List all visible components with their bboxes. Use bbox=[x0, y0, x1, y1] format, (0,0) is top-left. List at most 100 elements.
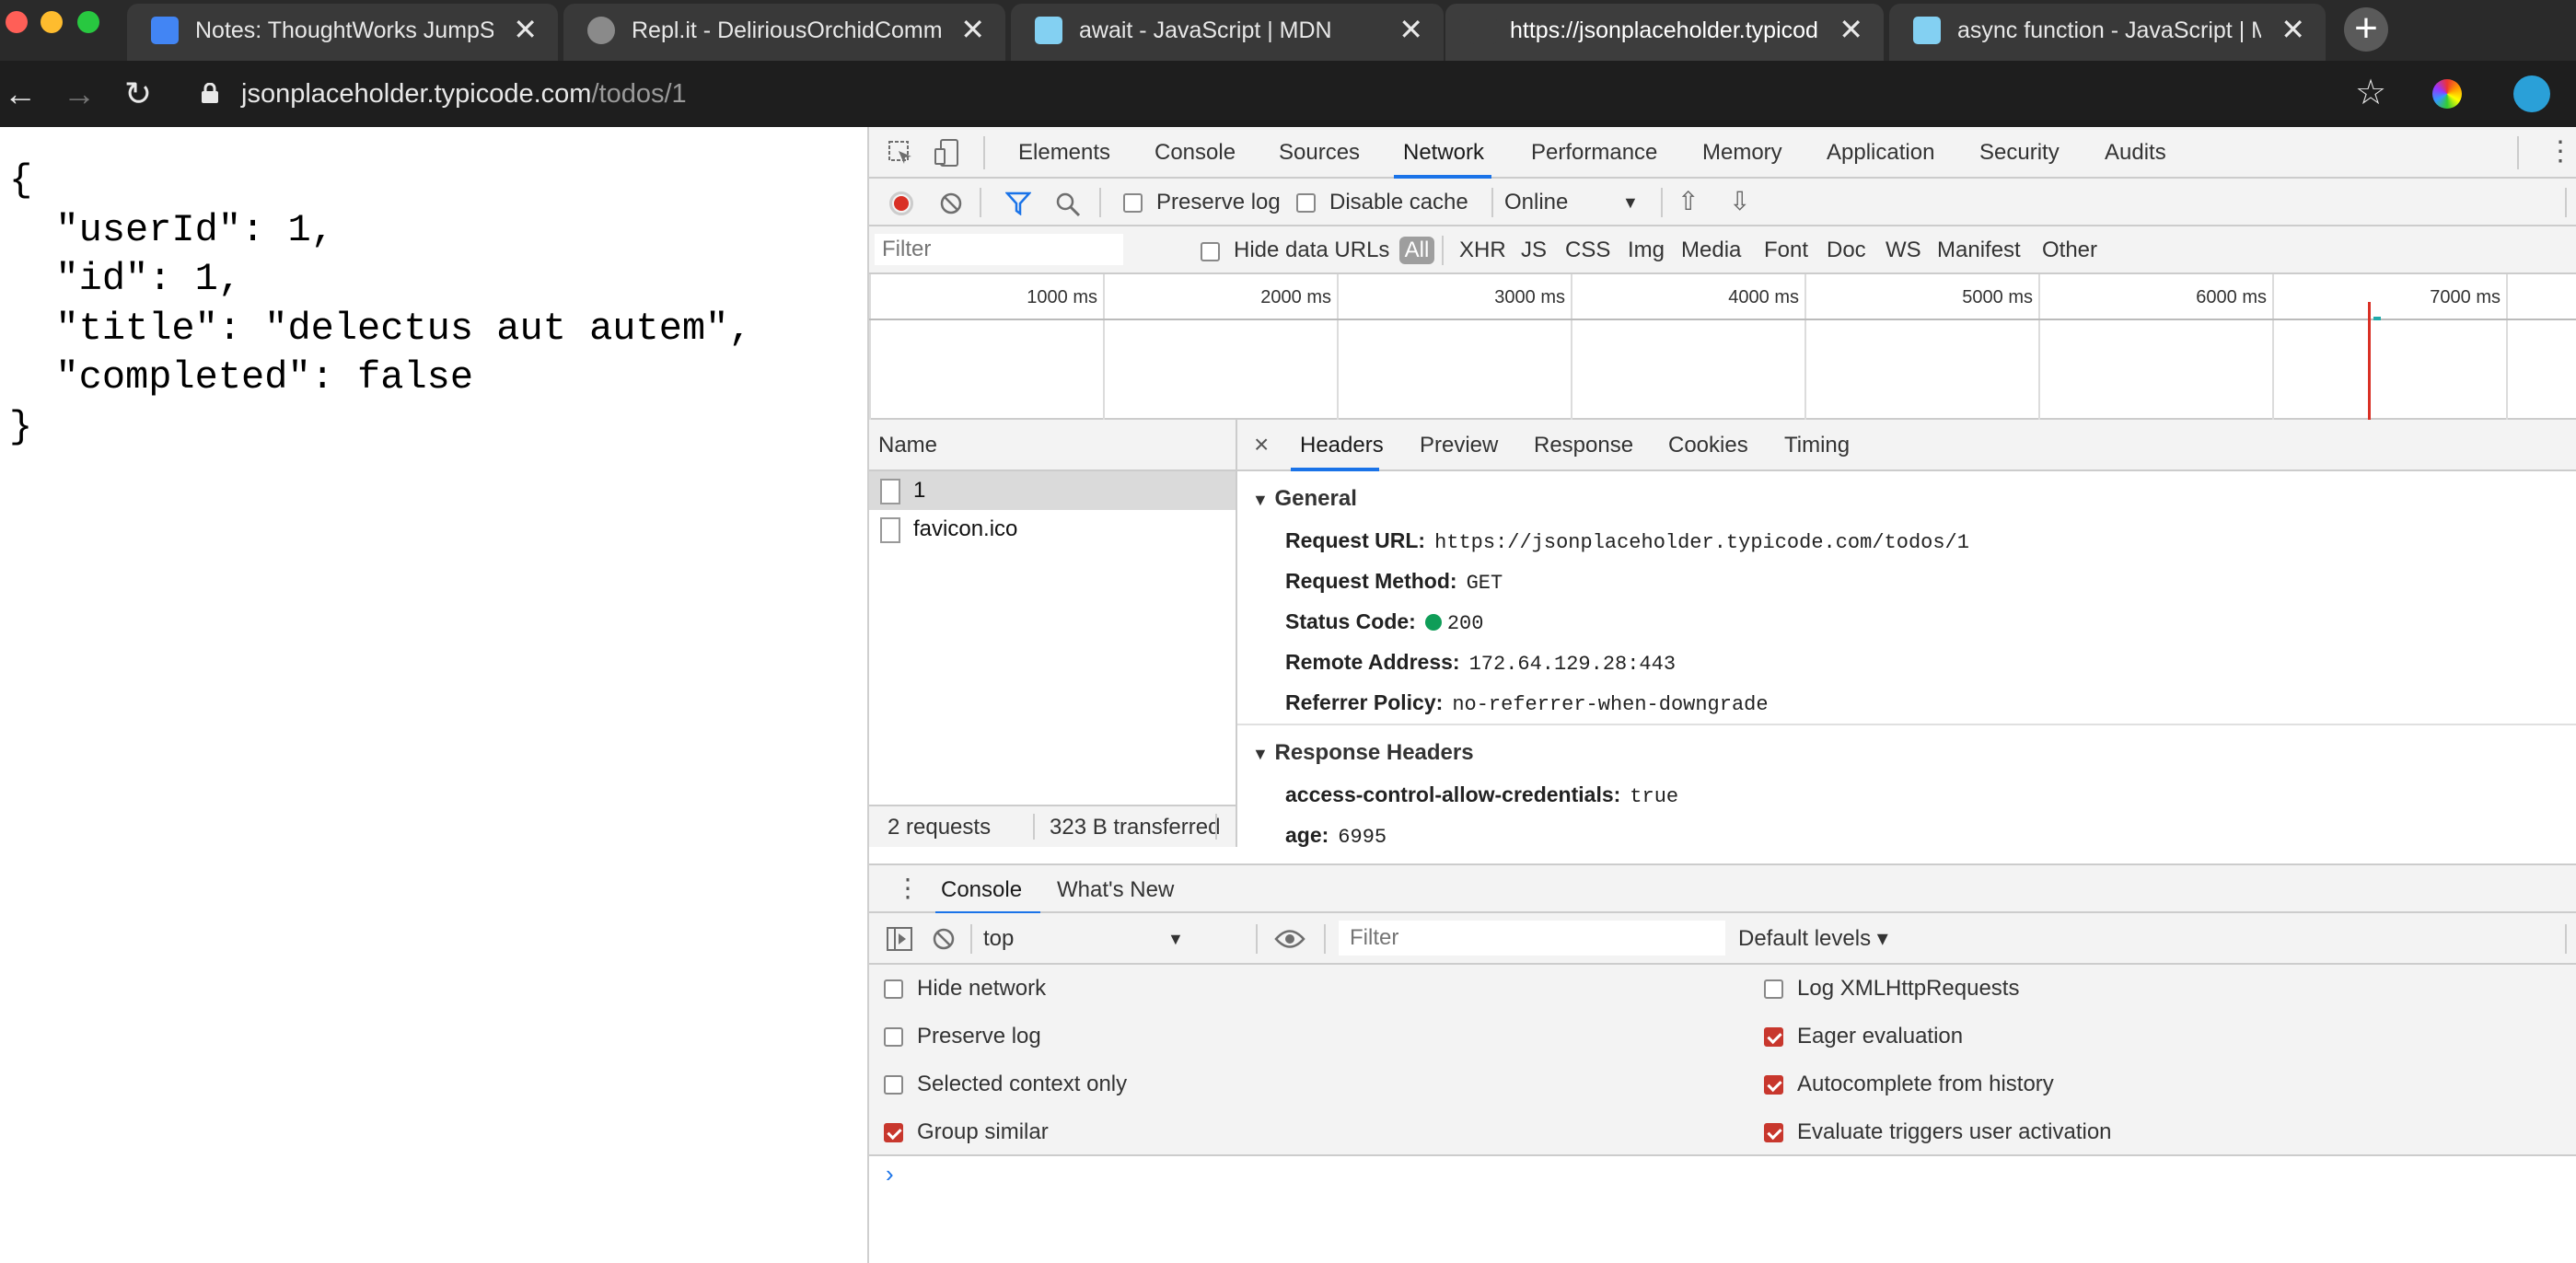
tab-headers[interactable]: Headers bbox=[1300, 432, 1384, 459]
filter-type-ws[interactable]: WS bbox=[1886, 237, 1921, 264]
group-similar-checkbox[interactable] bbox=[884, 1123, 903, 1142]
device-toolbar-icon[interactable] bbox=[934, 138, 961, 168]
filter-type-font[interactable]: Font bbox=[1764, 237, 1808, 264]
header-value: GET bbox=[1466, 572, 1503, 595]
more-options-icon[interactable]: ⋮ bbox=[2547, 138, 2574, 166]
network-timeline-overview[interactable]: 1000 ms 2000 ms 3000 ms 4000 ms 5000 ms … bbox=[869, 274, 2576, 420]
tab-network[interactable]: Network bbox=[1403, 139, 1484, 167]
filter-type-css[interactable]: CSS bbox=[1565, 237, 1610, 264]
filter-type-xhr[interactable]: XHR bbox=[1459, 237, 1506, 264]
profile-avatar[interactable] bbox=[2513, 75, 2550, 112]
disable-cache-checkbox[interactable] bbox=[1296, 193, 1316, 213]
setting-label: Group similar bbox=[917, 1119, 1049, 1144]
filter-icon[interactable] bbox=[1005, 191, 1031, 215]
forward-button[interactable]: → bbox=[59, 74, 99, 114]
color-picker-extension-icon[interactable] bbox=[2432, 79, 2462, 109]
divider bbox=[983, 136, 985, 169]
triangle-down-icon: ▼ bbox=[1252, 491, 1269, 509]
tab-cookies[interactable]: Cookies bbox=[1668, 432, 1748, 459]
console-filter-input[interactable] bbox=[1339, 921, 1725, 956]
filter-type-media[interactable]: Media bbox=[1681, 237, 1741, 264]
console-toolbar: top ▼ Default levels ▾ bbox=[869, 913, 2576, 965]
tab-application[interactable]: Application bbox=[1827, 139, 1934, 167]
clear-console-icon[interactable] bbox=[932, 927, 956, 951]
log-xmlhttprequests-checkbox[interactable] bbox=[1764, 979, 1783, 999]
close-tab-icon[interactable]: ✕ bbox=[2280, 15, 2305, 44]
hide-network-checkbox[interactable] bbox=[884, 979, 903, 999]
browser-tab-active[interactable]: https://jsonplaceholder.typicod ✕ bbox=[1445, 4, 1884, 61]
reload-button[interactable]: ↻ bbox=[118, 74, 158, 114]
import-har-icon[interactable]: ⇧ bbox=[1677, 188, 1699, 215]
selected-context-only-checkbox[interactable] bbox=[884, 1075, 903, 1095]
address-bar[interactable]: jsonplaceholder.typicode.com/todos/1 bbox=[241, 77, 687, 110]
tab-preview[interactable]: Preview bbox=[1420, 432, 1498, 459]
setting-label: Autocomplete from history bbox=[1797, 1072, 2054, 1096]
close-tab-icon[interactable]: ✕ bbox=[1398, 15, 1423, 44]
document-icon bbox=[880, 517, 900, 543]
drawer-tab-whats-new[interactable]: What's New bbox=[1057, 876, 1174, 904]
filter-type-other[interactable]: Other bbox=[2042, 237, 2097, 264]
request-row[interactable]: 1 bbox=[869, 471, 1236, 510]
browser-tab[interactable]: await - JavaScript | MDN ✕ bbox=[1011, 4, 1444, 61]
minimize-window-button[interactable] bbox=[41, 11, 63, 33]
autocomplete-from-history-checkbox[interactable] bbox=[1764, 1075, 1783, 1095]
tab-sources[interactable]: Sources bbox=[1279, 139, 1360, 167]
drawer-tab-console[interactable]: Console bbox=[941, 876, 1022, 904]
tab-security[interactable]: Security bbox=[1979, 139, 2060, 167]
browser-tab[interactable]: Repl.it - DeliriousOrchidComm ✕ bbox=[563, 4, 1005, 61]
log-levels-dropdown[interactable]: Default levels ▾ bbox=[1738, 925, 1888, 953]
preserve-log-checkbox[interactable] bbox=[884, 1027, 903, 1047]
tab-memory[interactable]: Memory bbox=[1702, 139, 1782, 167]
hide-data-urls-checkbox[interactable] bbox=[1201, 242, 1220, 261]
close-tab-icon[interactable]: ✕ bbox=[1839, 15, 1863, 44]
tab-timing[interactable]: Timing bbox=[1784, 432, 1850, 459]
divider bbox=[2565, 188, 2567, 217]
filter-type-doc[interactable]: Doc bbox=[1827, 237, 1866, 264]
chevron-down-icon: ▼ bbox=[1622, 193, 1639, 212]
header-key: Status Code: bbox=[1285, 609, 1416, 633]
close-window-button[interactable] bbox=[6, 11, 28, 33]
preserve-log-checkbox[interactable] bbox=[1123, 193, 1143, 213]
filter-type-all[interactable]: All bbox=[1399, 237, 1434, 264]
request-name: 1 bbox=[913, 478, 926, 503]
filter-type-manifest[interactable]: Manifest bbox=[1937, 237, 2021, 264]
live-expression-eye-icon[interactable] bbox=[1274, 929, 1305, 949]
context-select[interactable]: top ▼ bbox=[983, 925, 1189, 953]
response-headers-section-header[interactable]: ▼ Response Headers bbox=[1252, 740, 1474, 766]
close-tab-icon[interactable]: ✕ bbox=[960, 15, 985, 44]
clear-icon[interactable] bbox=[939, 191, 963, 215]
new-tab-button[interactable]: + bbox=[2344, 7, 2388, 52]
sidebar-toggle-icon[interactable] bbox=[886, 926, 913, 952]
close-tab-icon[interactable]: ✕ bbox=[513, 15, 538, 44]
inspect-element-icon[interactable] bbox=[888, 140, 913, 166]
filter-type-img[interactable]: Img bbox=[1628, 237, 1665, 264]
bookmark-star-icon[interactable]: ☆ bbox=[2355, 72, 2386, 113]
throttling-select[interactable]: Online ▼ bbox=[1504, 189, 1642, 216]
tab-console[interactable]: Console bbox=[1155, 139, 1236, 167]
back-button[interactable]: ← bbox=[0, 74, 41, 114]
maximize-window-button[interactable] bbox=[77, 11, 99, 33]
general-section-header[interactable]: ▼ General bbox=[1252, 486, 1357, 512]
browser-tab[interactable]: Notes: ThoughtWorks JumpSta ✕ bbox=[127, 4, 558, 61]
drawer-menu-icon[interactable]: ⋮ bbox=[895, 875, 921, 902]
timeline-gridline bbox=[1571, 274, 1572, 420]
eager-evaluation-checkbox[interactable] bbox=[1764, 1027, 1783, 1047]
name-column-header[interactable]: Name bbox=[869, 420, 1236, 471]
close-details-icon[interactable]: × bbox=[1254, 431, 1269, 458]
evaluate-triggers-user-activation-checkbox[interactable] bbox=[1764, 1123, 1783, 1142]
console-prompt[interactable]: › bbox=[886, 1160, 894, 1188]
record-button[interactable] bbox=[889, 191, 913, 215]
network-filter-input[interactable] bbox=[875, 234, 1123, 265]
search-icon[interactable] bbox=[1055, 191, 1081, 217]
setting-label: Eager evaluation bbox=[1797, 1024, 1964, 1049]
header-key: age: bbox=[1285, 823, 1329, 847]
export-har-icon[interactable]: ⇩ bbox=[1729, 188, 1750, 215]
filter-type-js[interactable]: JS bbox=[1521, 237, 1547, 264]
request-row[interactable]: favicon.ico bbox=[869, 510, 1236, 549]
browser-tab[interactable]: async function - JavaScript | M ✕ bbox=[1889, 4, 2326, 61]
tab-response[interactable]: Response bbox=[1534, 432, 1633, 459]
lock-icon[interactable] bbox=[201, 83, 219, 103]
tab-elements[interactable]: Elements bbox=[1018, 139, 1110, 167]
tab-performance[interactable]: Performance bbox=[1531, 139, 1657, 167]
tab-audits[interactable]: Audits bbox=[2105, 139, 2166, 167]
